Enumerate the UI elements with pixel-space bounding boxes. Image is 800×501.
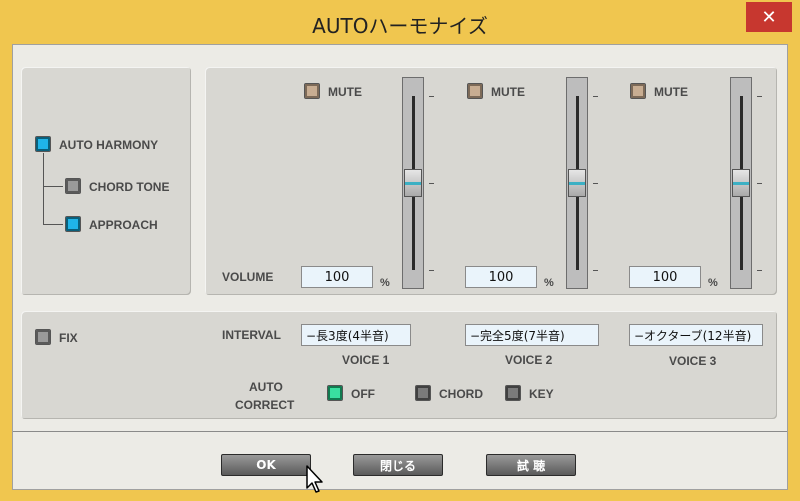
voice2-label: VOICE 2 [505, 353, 553, 367]
tree-connector-chord [43, 186, 63, 187]
close-icon: ✕ [761, 6, 777, 28]
voice1-mute-toggle[interactable] [304, 83, 320, 99]
voice2-volume-field[interactable]: 100 [465, 266, 537, 288]
fix-label: FIX [59, 331, 78, 345]
voice2-mute-label: MUTE [491, 85, 525, 99]
ok-button[interactable]: OK [221, 454, 311, 476]
voice2-interval-field[interactable]: −完全5度(7半音) [465, 324, 599, 346]
voice3-mute-label: MUTE [654, 85, 688, 99]
fix-toggle[interactable] [35, 329, 51, 345]
auto-harmony-label: AUTO HARMONY [59, 138, 159, 152]
voice2-tick-top [593, 96, 598, 97]
voice3-volume-field[interactable]: 100 [629, 266, 701, 288]
window-title: AUTOハーモナイズ [312, 14, 488, 38]
interval-label: INTERVAL [222, 328, 281, 342]
close-button[interactable]: 閉じる [353, 454, 443, 476]
voice2-mute-toggle[interactable] [467, 83, 483, 99]
auto-correct-label-correct: CORRECT [235, 398, 295, 412]
volume-label: VOLUME [222, 270, 274, 284]
voice3-tick-top [757, 96, 762, 97]
auto-correct-key-label: KEY [529, 387, 554, 401]
voice1-interval-field[interactable]: −長3度(4半音) [301, 324, 411, 346]
auto-correct-key-toggle[interactable] [505, 385, 521, 401]
auto-correct-chord-toggle[interactable] [415, 385, 431, 401]
voice2-volume-unit: % [544, 277, 554, 289]
auto-correct-off-label: OFF [351, 387, 375, 401]
tree-connector-vertical [43, 153, 44, 225]
close-window-button[interactable]: ✕ [746, 2, 792, 32]
approach-toggle[interactable] [65, 216, 81, 232]
auto-correct-chord-label: CHORD [439, 387, 483, 401]
chord-tone-toggle[interactable] [65, 178, 81, 194]
tree-connector-approach [43, 224, 63, 225]
footer-separator [13, 431, 787, 432]
auto-correct-label-auto: AUTO [249, 380, 283, 394]
voice1-volume-field[interactable]: 100 [301, 266, 373, 288]
voice3-label: VOICE 3 [669, 354, 717, 368]
voice1-volume-slider[interactable] [402, 77, 424, 289]
dialog-window: AUTOハーモナイズ ✕ AUTO HARMONY CHORD TONE APP… [0, 0, 800, 501]
voice3-volume-unit: % [708, 277, 718, 289]
chord-tone-label: CHORD TONE [89, 180, 170, 194]
voice1-tick-mid [429, 183, 434, 184]
voice1-label: VOICE 1 [342, 353, 390, 367]
dialog-client-area: AUTO HARMONY CHORD TONE APPROACH VOLUME … [12, 44, 788, 490]
voice3-volume-slider[interactable] [730, 77, 752, 289]
mouse-pointer-icon [306, 465, 323, 493]
voice2-slider-thumb[interactable] [568, 169, 586, 197]
voice1-mute-label: MUTE [328, 85, 362, 99]
voice3-slider-thumb[interactable] [732, 169, 750, 197]
voice2-volume-slider[interactable] [566, 77, 588, 289]
preview-button[interactable]: 試 聴 [486, 454, 576, 476]
auto-harmony-toggle[interactable] [35, 136, 51, 152]
voice3-tick-bottom [757, 270, 762, 271]
voice3-tick-mid [757, 183, 762, 184]
voice2-tick-mid [593, 183, 598, 184]
voice1-slider-thumb[interactable] [404, 169, 422, 197]
approach-label: APPROACH [89, 218, 158, 232]
volume-panel [205, 67, 777, 295]
title-bar: AUTOハーモナイズ ✕ [0, 0, 800, 44]
auto-correct-off-toggle[interactable] [327, 385, 343, 401]
voice1-tick-top [429, 96, 434, 97]
voice3-interval-field[interactable]: −オクターブ(12半音) [629, 324, 763, 346]
voice3-mute-toggle[interactable] [630, 83, 646, 99]
voice1-tick-bottom [429, 270, 434, 271]
voice2-tick-bottom [593, 270, 598, 271]
voice1-volume-unit: % [380, 277, 390, 289]
